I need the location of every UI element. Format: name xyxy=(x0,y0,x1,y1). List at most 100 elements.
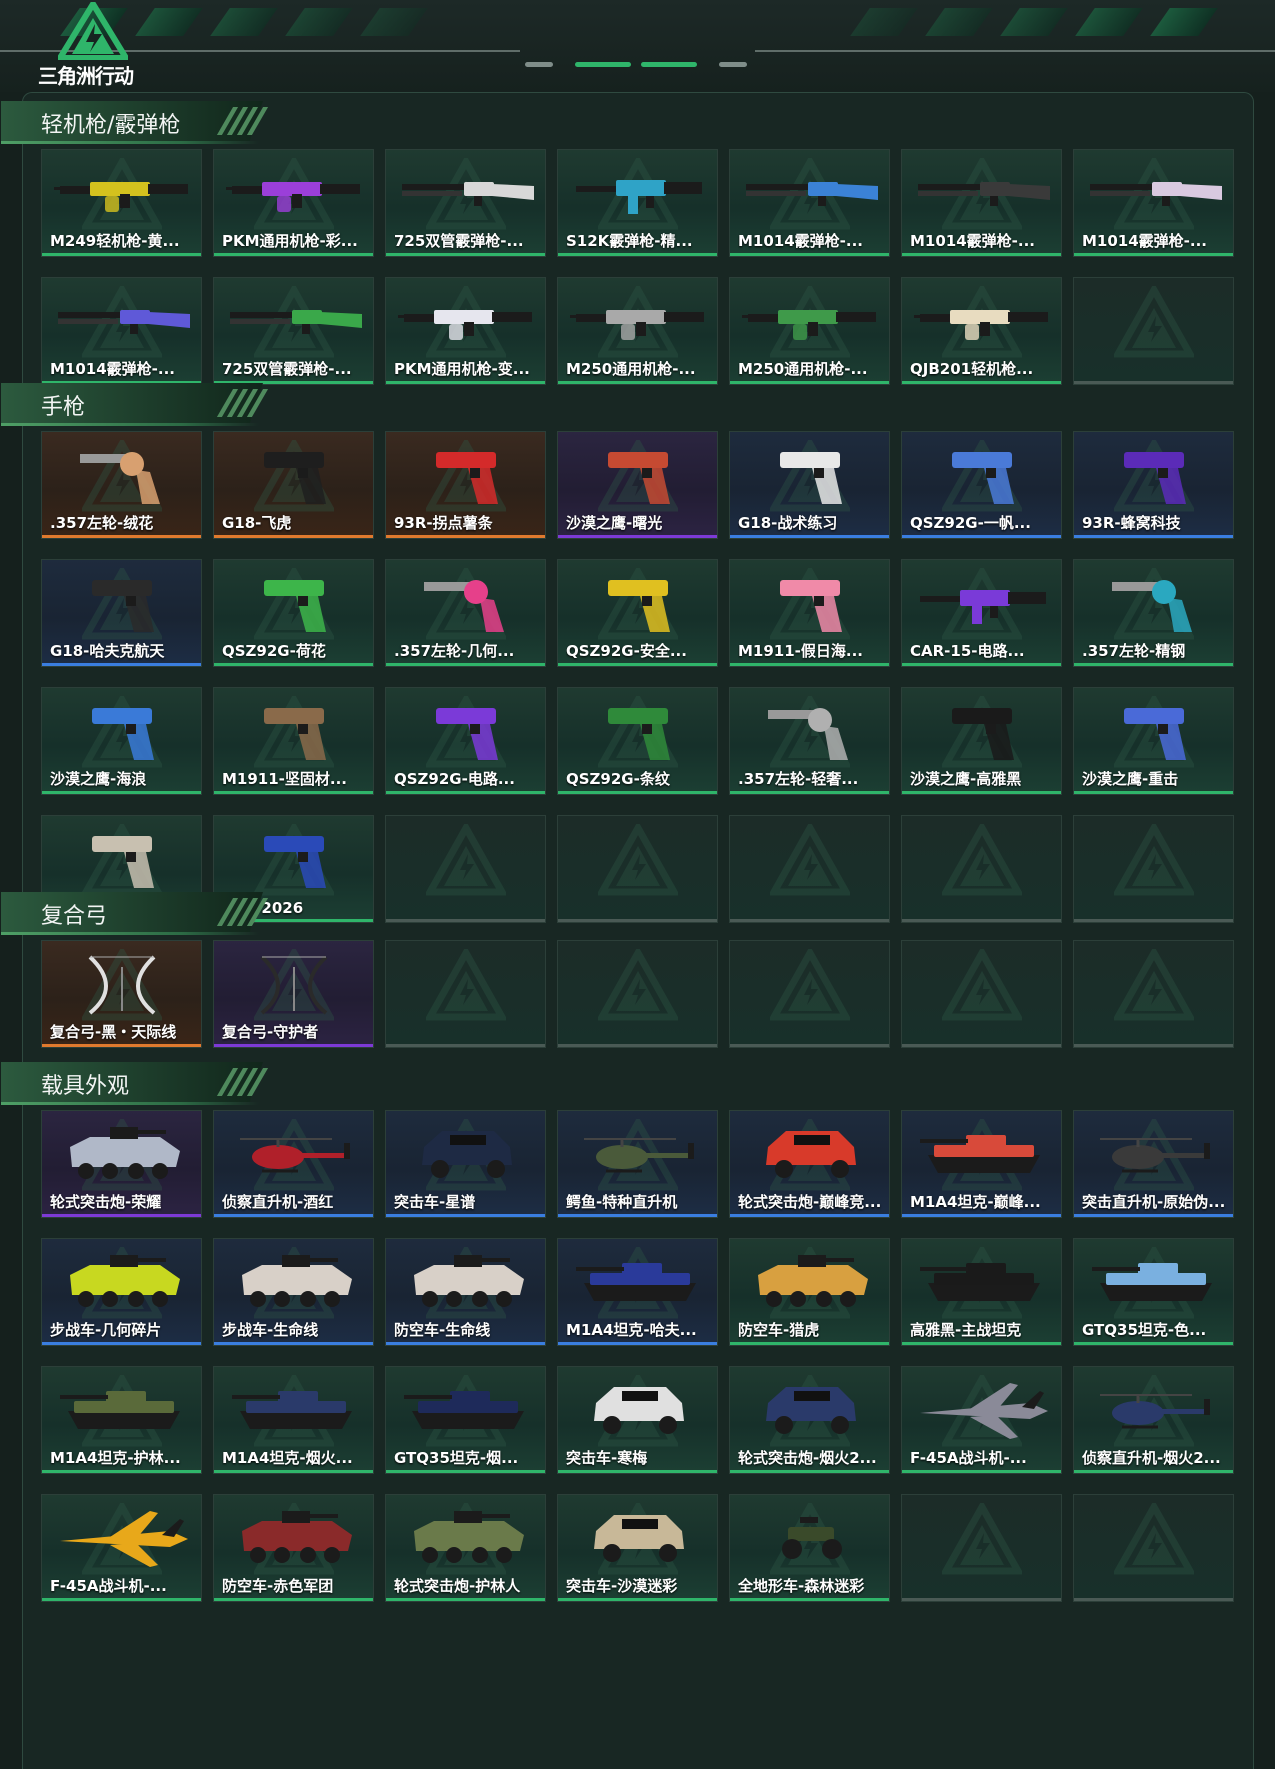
car-skin-image xyxy=(738,1117,883,1189)
skin-name: QJB201轻机枪... xyxy=(910,360,1034,378)
skin-card[interactable]: F-45A战斗机-... xyxy=(41,1494,202,1602)
skin-name: .357左轮-轻奢... xyxy=(738,770,859,788)
skin-name: .357左轮-几何... xyxy=(394,642,515,660)
skin-card[interactable]: QSZ92G-电路... xyxy=(385,687,546,795)
skin-card[interactable]: 步战车-生命线 xyxy=(213,1238,374,1346)
skin-card[interactable]: 725双管霰弹枪-... xyxy=(213,277,374,385)
revolver-skin-image xyxy=(394,566,539,638)
rarity-bar xyxy=(730,1214,889,1217)
skin-card[interactable]: PKM通用机枪-彩... xyxy=(213,149,374,257)
skin-card[interactable]: 侦察直升机-酒红 xyxy=(213,1110,374,1218)
skin-card[interactable]: G18-飞虎 xyxy=(213,431,374,539)
rarity-bar xyxy=(42,663,201,666)
skin-card[interactable]: G18-哈夫克航天 xyxy=(41,559,202,667)
tank-skin-image xyxy=(1082,1245,1227,1317)
skin-card[interactable]: 93R-拐点薯条 xyxy=(385,431,546,539)
watermark-logo-icon xyxy=(423,820,508,896)
tank-skin-image xyxy=(566,1245,711,1317)
skin-card[interactable]: GTQ35坦克-烟... xyxy=(385,1366,546,1474)
rarity-bar xyxy=(42,1044,201,1047)
skin-card[interactable]: M1A4坦克-护林... xyxy=(41,1366,202,1474)
skin-card[interactable]: M1A4坦克-烟火... xyxy=(213,1366,374,1474)
skin-card[interactable]: QSZ92G-条纹 xyxy=(557,687,718,795)
skin-card[interactable]: M1014霰弹枪-... xyxy=(1073,149,1234,257)
skin-card[interactable]: .357左轮-绒花 xyxy=(41,431,202,539)
skin-card[interactable]: G18-战术练习 xyxy=(729,431,890,539)
skin-card[interactable]: PKM通用机枪-变... xyxy=(385,277,546,385)
skin-card[interactable]: 复合弓-黑・天际线 xyxy=(41,940,202,1048)
apc-skin-image xyxy=(222,1245,367,1317)
skin-card[interactable]: GTQ35坦克-色... xyxy=(1073,1238,1234,1346)
skin-card[interactable]: QSZ92G-荷花 xyxy=(213,559,374,667)
skin-card[interactable]: 突击车-星谱 xyxy=(385,1110,546,1218)
skin-card[interactable]: .357左轮-几何... xyxy=(385,559,546,667)
skin-card[interactable]: 侦察直升机-烟火2... xyxy=(1073,1366,1234,1474)
skin-card[interactable]: M1911-坚固材... xyxy=(213,687,374,795)
skin-name: 全地形车-森林迷彩 xyxy=(738,1577,865,1595)
skin-card[interactable]: 轮式突击炮-护林人 xyxy=(385,1494,546,1602)
skin-card[interactable]: 725双管霰弹枪-... xyxy=(385,149,546,257)
skin-card[interactable]: 防空车-赤色军团 xyxy=(213,1494,374,1602)
rarity-bar xyxy=(558,253,717,256)
skin-card[interactable]: M250通用机枪-... xyxy=(729,277,890,385)
apc-skin-image xyxy=(50,1245,195,1317)
skin-card[interactable]: 防空车-生命线 xyxy=(385,1238,546,1346)
skin-card[interactable]: 沙漠之鹰-海浪 xyxy=(41,687,202,795)
rarity-bar xyxy=(902,1470,1061,1473)
skin-card[interactable]: 突击车-沙漠迷彩 xyxy=(557,1494,718,1602)
rarity-bar xyxy=(730,535,889,538)
skin-card[interactable]: M1A4坦克-巅峰... xyxy=(901,1110,1062,1218)
shotgun-skin-image xyxy=(394,156,539,228)
skin-card[interactable]: 轮式突击炮-烟火2... xyxy=(729,1366,890,1474)
skin-card[interactable]: M249轻机枪-黄... xyxy=(41,149,202,257)
pistol-skin-image xyxy=(910,438,1055,510)
skin-card[interactable]: CAR-15-电路... xyxy=(901,559,1062,667)
watermark-logo-icon xyxy=(595,820,680,896)
skin-name: 防空车-猎虎 xyxy=(738,1321,820,1339)
skin-card[interactable]: 沙漠之鹰-重击 xyxy=(1073,687,1234,795)
skin-card[interactable]: 步战车-几何碎片 xyxy=(41,1238,202,1346)
skin-card[interactable]: M1014霰弹枪-... xyxy=(729,149,890,257)
skin-card[interactable]: 轮式突击炮-荣耀 xyxy=(41,1110,202,1218)
skin-card[interactable]: 93R-蜂窝科技 xyxy=(1073,431,1234,539)
skin-card[interactable]: 沙漠之鹰-高雅黑 xyxy=(901,687,1062,795)
section-title: 手枪 xyxy=(41,395,86,420)
skin-card[interactable]: 轮式突击炮-巅峰竞... xyxy=(729,1110,890,1218)
revolver-skin-image xyxy=(1082,566,1227,638)
skin-card[interactable]: QSZ92G-一帆... xyxy=(901,431,1062,539)
skin-card[interactable]: M1014霰弹枪-... xyxy=(901,149,1062,257)
skin-card[interactable]: 全地形车-森林迷彩 xyxy=(729,1494,890,1602)
skin-card[interactable]: 沙漠之鹰-曙光 xyxy=(557,431,718,539)
section-header-compound-bows: 复合弓 xyxy=(1,892,291,936)
skin-card[interactable]: 突击车-寒梅 xyxy=(557,1366,718,1474)
rarity-bar xyxy=(42,1470,201,1473)
section-header-pistols: 手枪 xyxy=(1,383,291,427)
skin-card[interactable]: .357左轮-轻奢... xyxy=(729,687,890,795)
skin-card[interactable]: .357左轮-精钢 xyxy=(1073,559,1234,667)
skin-card[interactable]: M1911-假日海... xyxy=(729,559,890,667)
skin-card[interactable]: 高雅黑-主战坦克 xyxy=(901,1238,1062,1346)
rarity-bar xyxy=(902,1044,1061,1047)
skin-card[interactable]: QJB201轻机枪... xyxy=(901,277,1062,385)
watermark-logo-icon xyxy=(939,945,1024,1021)
skin-card[interactable]: 突击直升机-原始伪... xyxy=(1073,1110,1234,1218)
rarity-bar xyxy=(902,791,1061,794)
skin-card[interactable]: F-45A战斗机-... xyxy=(901,1366,1062,1474)
skin-card[interactable]: 防空车-猎虎 xyxy=(729,1238,890,1346)
lmg-skin-image xyxy=(910,284,1055,356)
rarity-bar xyxy=(42,1598,201,1601)
skin-card[interactable]: M1A4坦克-哈夫... xyxy=(557,1238,718,1346)
skin-card[interactable]: M1014霰弹枪-... xyxy=(41,277,202,385)
rarity-bar xyxy=(730,1342,889,1345)
skin-card[interactable]: M250通用机枪-... xyxy=(557,277,718,385)
skin-card[interactable]: S12K霰弹枪-精... xyxy=(557,149,718,257)
skin-card[interactable]: QSZ92G-安全... xyxy=(557,559,718,667)
apc-skin-image xyxy=(738,1245,883,1317)
skin-card[interactable]: 鳄鱼-特种直升机 xyxy=(557,1110,718,1218)
rarity-bar xyxy=(1074,791,1233,794)
skin-name: M1014霰弹枪-... xyxy=(50,360,175,378)
rarity-bar xyxy=(902,1598,1061,1601)
skin-card[interactable]: 复合弓-守护者 xyxy=(213,940,374,1048)
watermark-logo-icon xyxy=(1111,1499,1196,1575)
rarity-bar xyxy=(558,1598,717,1601)
